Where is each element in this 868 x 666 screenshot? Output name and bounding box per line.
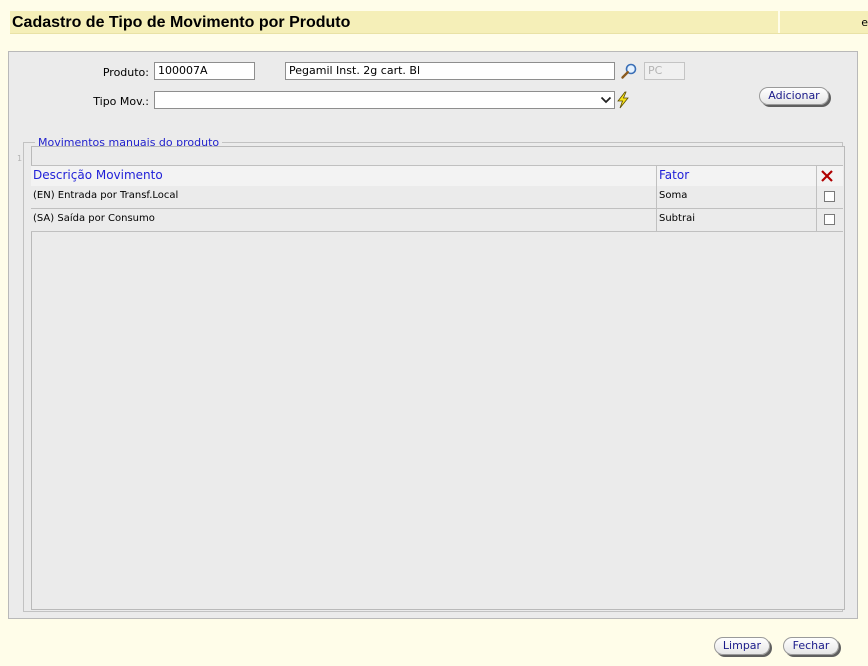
page-title: Cadastro de Tipo de Movimento por Produt… <box>12 14 351 31</box>
tipo-mov-select[interactable] <box>154 91 615 109</box>
row-select-cell <box>817 186 843 208</box>
title-bar-separator <box>778 11 780 33</box>
add-button[interactable]: Adicionar <box>759 87 829 105</box>
title-bar: Cadastro de Tipo de Movimento por Produt… <box>10 11 868 34</box>
fechar-button[interactable]: Fechar <box>783 637 839 655</box>
grid-page-number[interactable]: 1 <box>17 154 22 163</box>
produto-label: Produto: <box>102 66 149 79</box>
produto-code-input[interactable]: 100007A <box>154 62 255 80</box>
limpar-button[interactable]: Limpar <box>714 637 770 655</box>
tipo-mov-label: Tipo Mov.: <box>93 95 149 108</box>
row-fator: Soma <box>657 186 817 208</box>
row-fator: Subtrai <box>657 209 817 231</box>
row-checkbox[interactable] <box>824 214 835 225</box>
header-descricao[interactable]: Descrição Movimento <box>31 166 657 186</box>
produto-description-input[interactable]: Pegamil Inst. 2g cart. Bl <box>285 62 615 80</box>
main-panel: Produto: 100007A Pegamil Inst. 2g cart. … <box>8 51 858 619</box>
title-bar-edge-text: e <box>861 16 868 29</box>
row-descricao: (SA) Saída por Consumo <box>31 209 657 231</box>
unit-field: PC <box>644 62 685 80</box>
chevron-down-icon <box>600 96 612 104</box>
table-row[interactable]: (EN) Entrada por Transf.Local Soma <box>31 186 843 209</box>
row-descricao: (EN) Entrada por Transf.Local <box>31 186 657 208</box>
table-row[interactable]: (SA) Saída por Consumo Subtrai <box>31 209 843 232</box>
grid-header-row: Descrição Movimento Fator <box>31 165 843 187</box>
row-checkbox[interactable] <box>824 191 835 202</box>
delete-icon[interactable] <box>817 166 843 186</box>
search-icon[interactable] <box>620 62 638 80</box>
header-fator[interactable]: Fator <box>657 166 817 186</box>
row-select-cell <box>817 209 843 231</box>
lightning-icon[interactable] <box>616 91 630 109</box>
